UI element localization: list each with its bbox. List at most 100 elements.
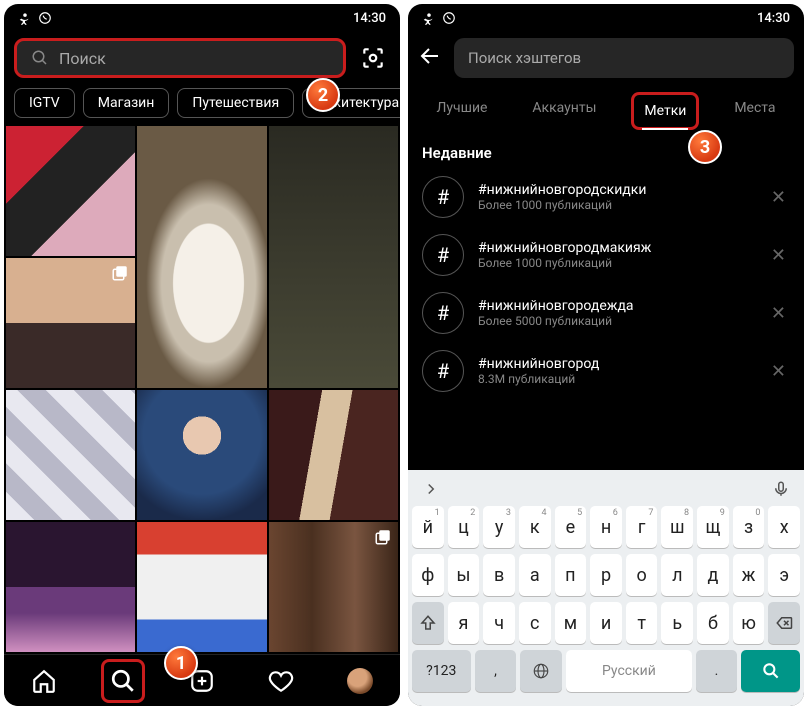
key-ь[interactable]: ь: [661, 602, 693, 644]
key-г[interactable]: г7: [626, 506, 658, 548]
key-э[interactable]: э: [768, 554, 800, 596]
grid-tile[interactable]: [137, 390, 266, 520]
key-с[interactable]: с: [519, 602, 551, 644]
explore-grid: [4, 126, 400, 654]
key-м[interactable]: м: [555, 602, 587, 644]
hashtag-name: #нижнийновгородмакияж: [478, 240, 753, 256]
key-т[interactable]: т: [626, 602, 658, 644]
key-й[interactable]: й1: [412, 506, 444, 548]
hashtag-count: Более 1000 публикаций: [478, 198, 753, 212]
nav-search[interactable]: [101, 659, 145, 703]
ok-icon: [18, 11, 32, 25]
grid-tile[interactable]: [269, 390, 398, 520]
key-ж[interactable]: ж: [733, 554, 765, 596]
search-key[interactable]: [741, 650, 800, 692]
numeric-key[interactable]: ?123: [412, 650, 471, 692]
key-н[interactable]: н6: [590, 506, 622, 548]
grid-tile[interactable]: [6, 522, 135, 652]
hashtag-row[interactable]: # #нижнийновгородеждаБолее 5000 публикац…: [408, 284, 804, 342]
hashtag-row[interactable]: # #нижнийновгородскидкиБолее 1000 публик…: [408, 168, 804, 226]
tab-places[interactable]: Места: [724, 92, 785, 130]
category-chips: IGTV Магазин Путешествия Архитектура: [4, 84, 400, 126]
key-я[interactable]: я: [448, 602, 480, 644]
bottom-nav: [4, 654, 400, 706]
search-icon: [31, 49, 49, 67]
grid-tile[interactable]: [6, 126, 135, 256]
key-д[interactable]: д: [697, 554, 729, 596]
chip-shop[interactable]: Магазин: [83, 88, 170, 118]
nav-home[interactable]: [22, 659, 66, 703]
grid-tile[interactable]: [6, 390, 135, 520]
grid-tile[interactable]: [269, 522, 398, 652]
tab-tags[interactable]: Метки: [631, 92, 699, 130]
chevron-right-icon[interactable]: [422, 480, 440, 498]
grid-tile[interactable]: [6, 258, 135, 388]
back-button[interactable]: [418, 44, 442, 72]
remove-button[interactable]: ✕: [767, 183, 790, 212]
key-к[interactable]: к4: [519, 506, 551, 548]
key-е[interactable]: е5: [555, 506, 587, 548]
key-р[interactable]: р: [590, 554, 622, 596]
key-и[interactable]: и: [590, 602, 622, 644]
hashtag-name: #нижнийновгород: [478, 356, 753, 372]
key-з[interactable]: з0: [733, 506, 765, 548]
shift-key[interactable]: [412, 602, 444, 644]
key-б[interactable]: б: [697, 602, 729, 644]
key-л[interactable]: л: [661, 554, 693, 596]
tab-top[interactable]: Лучшие: [426, 92, 497, 130]
key-ч[interactable]: ч: [483, 602, 515, 644]
key-а[interactable]: а: [519, 554, 551, 596]
key-в[interactable]: в: [483, 554, 515, 596]
scan-qr-button[interactable]: [356, 41, 390, 75]
key-о[interactable]: о: [626, 554, 658, 596]
recent-heading: Недавние: [408, 130, 804, 168]
remove-button[interactable]: ✕: [767, 241, 790, 270]
hashtag-search-input[interactable]: Поиск хэштегов: [454, 38, 794, 78]
hashtag-name: #нижнийновгородежда: [478, 298, 753, 314]
key-х[interactable]: х: [768, 506, 800, 548]
nav-profile[interactable]: [338, 659, 382, 703]
grid-tile[interactable]: [137, 522, 266, 652]
chip-travel[interactable]: Путешествия: [177, 88, 294, 118]
hash-icon: #: [422, 350, 464, 392]
key-у[interactable]: у3: [483, 506, 515, 548]
status-time: 14:30: [757, 11, 790, 26]
backspace-key[interactable]: [768, 602, 800, 644]
hash-icon: #: [422, 234, 464, 276]
ok-icon: [422, 11, 436, 25]
key-ц[interactable]: ц2: [448, 506, 480, 548]
key-ы[interactable]: ы: [448, 554, 480, 596]
key-ю[interactable]: ю: [733, 602, 765, 644]
key-п[interactable]: п: [555, 554, 587, 596]
grid-tile[interactable]: [269, 126, 398, 388]
search-tabs: Лучшие Аккаунты Метки Места: [408, 84, 804, 130]
period-key[interactable]: .: [696, 650, 738, 692]
key-ш[interactable]: ш8: [661, 506, 693, 548]
carousel-icon: [111, 264, 129, 282]
chip-igtv[interactable]: IGTV: [14, 88, 75, 118]
hashtag-row[interactable]: # #нижнийновгородмакияжБолее 1000 публик…: [408, 226, 804, 284]
hashtag-name: #нижнийновгородскидки: [478, 182, 753, 198]
globe-key[interactable]: [520, 650, 562, 692]
search-placeholder: Поиск: [59, 49, 106, 68]
viber-icon: [38, 11, 52, 25]
grid-tile[interactable]: [137, 126, 266, 388]
comma-key[interactable]: ,: [475, 650, 517, 692]
phone-right-search: 14:30 Поиск хэштегов Лучшие Аккаунты Мет…: [408, 4, 804, 706]
search-input[interactable]: Поиск: [14, 38, 346, 78]
key-щ[interactable]: щ9: [697, 506, 729, 548]
phone-left-explore: 14:30 Поиск IGTV Магазин Путешествия Арх…: [4, 4, 400, 706]
hash-icon: #: [422, 292, 464, 334]
callout-badge-2: 2: [306, 78, 340, 112]
viber-icon: [442, 11, 456, 25]
remove-button[interactable]: ✕: [767, 299, 790, 328]
hashtag-row[interactable]: # #нижнийновгород8.3M публикаций ✕: [408, 342, 804, 400]
mic-icon[interactable]: [772, 480, 790, 498]
tab-accounts[interactable]: Аккаунты: [522, 92, 606, 130]
nav-activity[interactable]: [259, 659, 303, 703]
carousel-icon: [374, 528, 392, 546]
space-key[interactable]: Русский: [566, 650, 691, 692]
hash-icon: #: [422, 176, 464, 218]
remove-button[interactable]: ✕: [767, 357, 790, 386]
key-ф[interactable]: ф: [412, 554, 444, 596]
